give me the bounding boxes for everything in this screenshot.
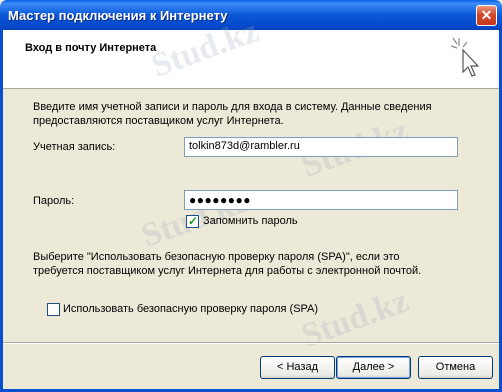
back-button[interactable]: < Назад: [260, 356, 335, 379]
account-label: Учетная запись:: [33, 141, 116, 153]
instructions-text: Введите имя учетной записи и пароль для …: [33, 101, 432, 127]
close-button[interactable]: ✕: [476, 5, 497, 26]
title-bar[interactable]: Мастер подключения к Интернету ✕: [0, 0, 502, 30]
window-title: Мастер подключения к Интернету: [8, 8, 228, 23]
remember-password-checkbox[interactable]: ✓: [186, 214, 199, 228]
page-title: Вход в почту Интернета: [25, 42, 157, 54]
remember-password-label[interactable]: Запомнить пароль: [203, 215, 298, 227]
wizard-cursor-icon: [450, 37, 480, 77]
account-input[interactable]: tolkin873d@rambler.ru: [184, 137, 458, 157]
check-icon: ✓: [188, 214, 199, 228]
spa-checkbox[interactable]: [47, 303, 60, 316]
password-input[interactable]: ●●●●●●●●: [184, 190, 458, 210]
wizard-header: Вход в почту Интернета: [3, 30, 499, 89]
spa-instructions-text: Выберите "Использовать безопасную провер…: [33, 251, 422, 277]
next-button[interactable]: Далее >: [336, 356, 411, 379]
footer-separator: [3, 342, 499, 344]
spa-checkbox-label[interactable]: Использовать безопасную проверку пароля …: [63, 303, 318, 315]
password-label: Пароль:: [33, 195, 75, 207]
cancel-button[interactable]: Отмена: [418, 356, 493, 379]
